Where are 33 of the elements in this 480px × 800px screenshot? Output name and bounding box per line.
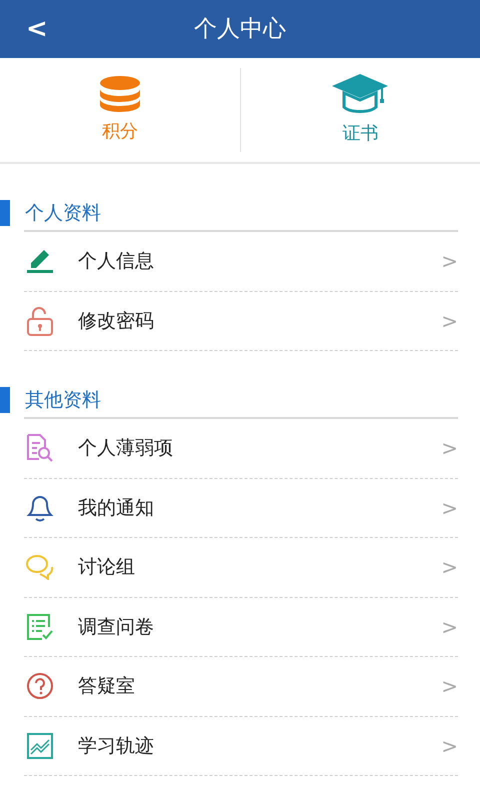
chevron: > — [441, 673, 458, 700]
document-search-icon — [26, 434, 54, 462]
menu-item[interactable]: 修改密码 > — [24, 292, 458, 351]
pencil-icon — [27, 249, 53, 274]
chevron: > — [441, 614, 458, 641]
page-title: 个人中心 — [194, 14, 286, 44]
menu-item[interactable]: 个人薄弱项 > — [24, 419, 458, 478]
section-marker — [0, 387, 10, 413]
menu-item[interactable]: 讨论组 > — [24, 538, 458, 598]
chevron: > — [441, 248, 458, 276]
graduation-cap-icon — [332, 74, 388, 114]
shortcut-tile[interactable]: 证书 — [240, 58, 480, 162]
chevron: > — [441, 554, 458, 582]
back-button[interactable]: < — [18, 0, 56, 58]
menu-item[interactable]: 答疑室 > — [24, 657, 458, 716]
coins-icon — [98, 76, 141, 112]
menu-item[interactable]: 调查问卷 > — [24, 598, 458, 657]
section-title: 个人资料 — [25, 200, 101, 226]
chevron: > — [441, 494, 458, 522]
chevron: > — [441, 732, 458, 760]
menu-item[interactable]: 个人信息 > — [24, 232, 458, 292]
chat-bubbles-icon — [26, 554, 54, 580]
checklist-icon — [26, 612, 54, 641]
menu-item[interactable]: 学习轨迹 > — [24, 716, 458, 776]
section-marker — [0, 200, 10, 226]
chevron: > — [441, 308, 458, 335]
chevron: > — [441, 435, 458, 462]
menu-item[interactable]: 我的通知 > — [24, 478, 458, 538]
section-title: 其他资料 — [25, 388, 101, 413]
question-icon — [26, 672, 54, 700]
bell-icon — [26, 494, 54, 522]
line-chart-icon — [26, 732, 54, 760]
padlock-icon — [27, 306, 53, 336]
